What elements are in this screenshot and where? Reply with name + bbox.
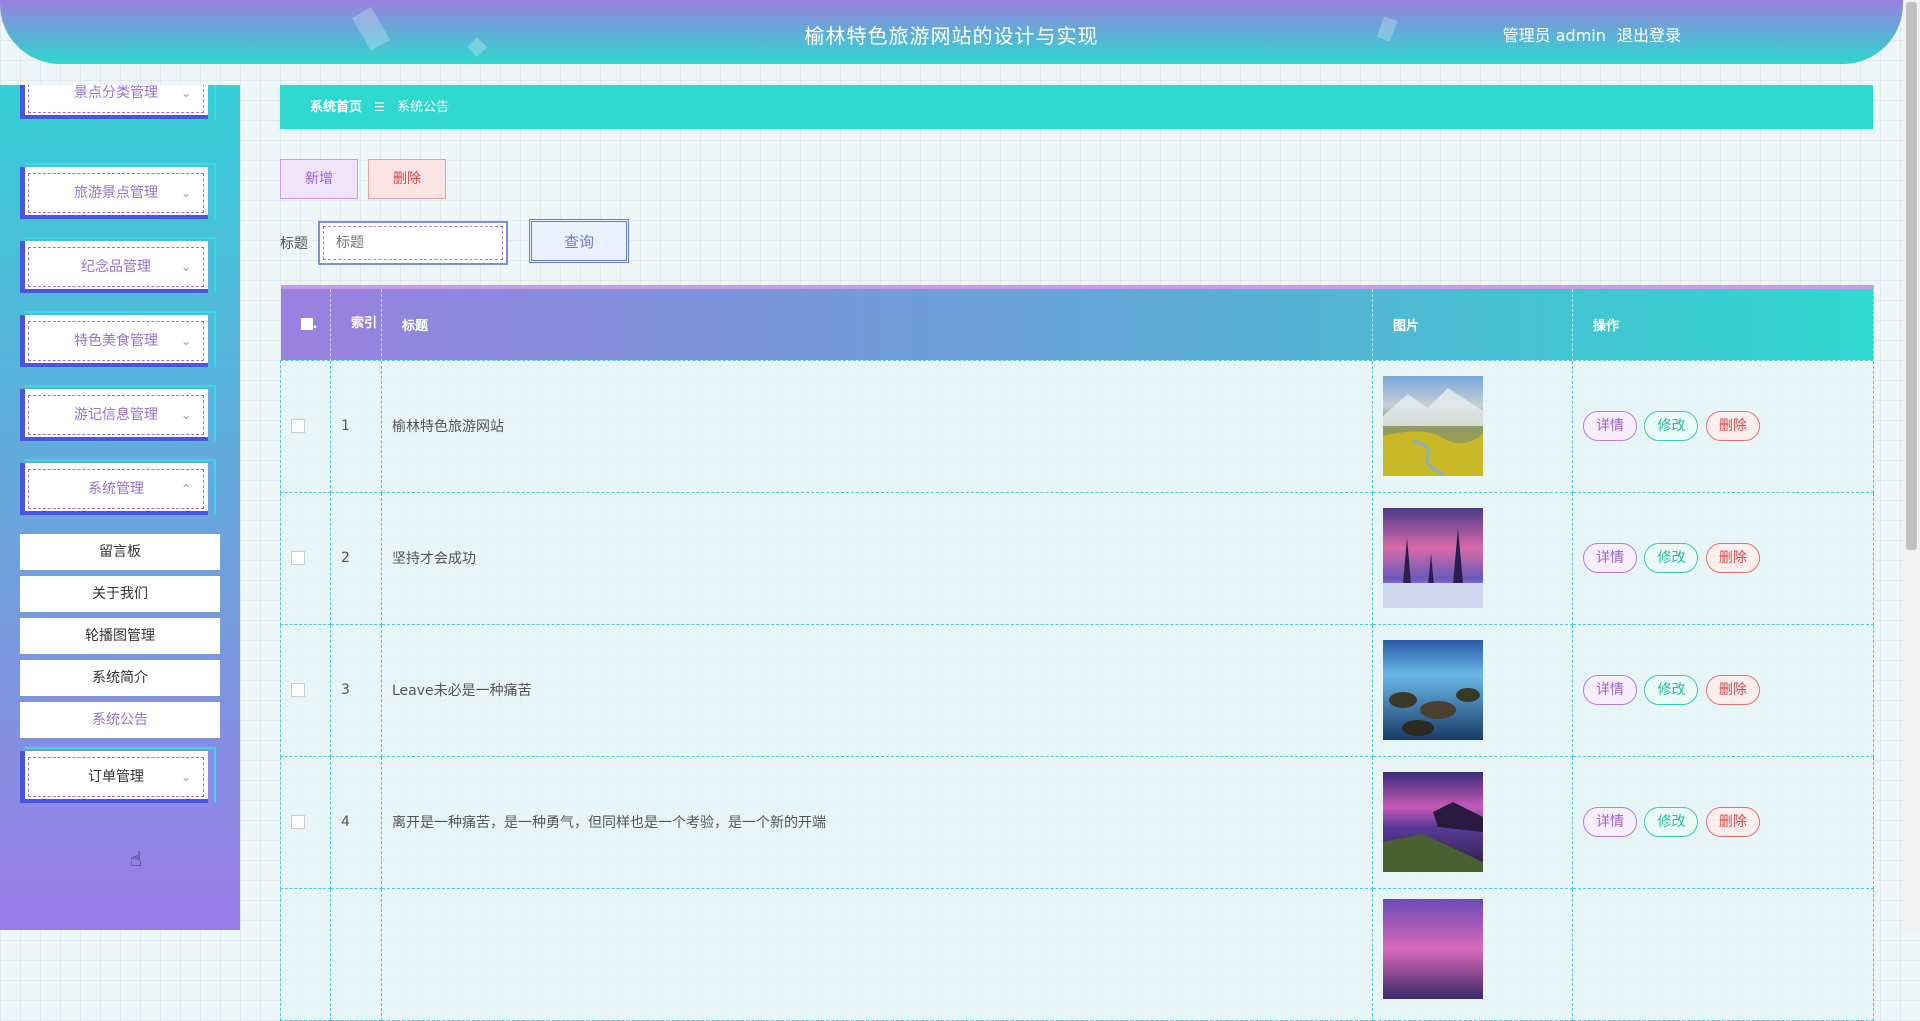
row-checkbox[interactable] — [291, 815, 305, 829]
sidebar-menu-scenic-category[interactable]: 景点分类管理 ⌄ — [20, 85, 216, 125]
delete-button[interactable]: 删除 — [1705, 411, 1760, 441]
sidebar-menu-system[interactable]: 系统管理 ⌃ — [20, 459, 216, 521]
table-header-row: . 索引 标题 图片 操作 — [280, 287, 1874, 360]
table-row: 4 离开是一种痛苦，是一种勇气，但同样也是一个考验，是一个新的开端 详情 修改 … — [280, 755, 1874, 889]
sidebar: 景点分类管理 ⌄ 旅游景点管理 ⌄ 纪念品管理 ⌄ 特色美食管理 ⌄ 游记信息管理 ⌄ 系… — [0, 85, 240, 930]
row-title: 离开是一种痛苦，是一种勇气，但同样也是一个考验，是一个新的开端 — [381, 755, 1373, 889]
table-row-partial — [280, 887, 1874, 1021]
page-scrollbar[interactable] — [1903, 0, 1920, 930]
sidebar-menu-label: 系统管理 — [88, 481, 144, 497]
sidebar-menu-food[interactable]: 特色美食管理 ⌄ — [20, 311, 216, 373]
sidebar-menu-label: 旅游景点管理 — [74, 185, 158, 201]
delete-button[interactable]: 删除 — [1705, 675, 1760, 705]
breadcrumb-separator-icon: ☰ — [374, 100, 385, 114]
row-index: 2 — [330, 491, 382, 625]
sidebar-subitem-system-intro[interactable]: 系统简介 — [20, 660, 220, 696]
sidebar-subitem-carousel[interactable]: 轮播图管理 — [20, 618, 220, 654]
column-header-index: 索引 — [330, 287, 382, 360]
table-row: 1 榆林特色旅游网站 详情 修改 删除 — [280, 359, 1874, 493]
add-button[interactable]: 新增 — [280, 159, 358, 199]
partial-row-image — [1383, 898, 1483, 999]
detail-button[interactable]: 详情 — [1583, 807, 1637, 837]
row-title: Leave未必是一种痛苦 — [381, 623, 1373, 757]
column-header-title: 标题 — [381, 287, 1373, 360]
announcements-table: . 索引 标题 图片 操作 1 榆林特色旅游网站 详情 修改 删除 2 坚持才会… — [280, 285, 1874, 1021]
table-row: 3 Leave未必是一种痛苦 详情 修改 删除 — [280, 623, 1874, 757]
chevron-down-icon: ⌄ — [180, 186, 191, 200]
breadcrumb-home[interactable]: 系统首页 — [310, 100, 362, 115]
sidebar-menu-label: 纪念品管理 — [81, 259, 151, 275]
search-title-input[interactable] — [323, 226, 503, 260]
select-all-cell: . — [280, 287, 331, 360]
select-all-checkbox[interactable] — [300, 318, 313, 331]
column-header-image: 图片 — [1372, 287, 1573, 360]
sidebar-menu-scenic-spots[interactable]: 旅游景点管理 ⌄ — [20, 163, 216, 225]
row-checkbox[interactable] — [291, 683, 305, 697]
sidebar-subitem-message-board[interactable]: 留言板 — [20, 534, 220, 570]
chevron-down-icon: ⌄ — [180, 770, 191, 784]
row-index: 1 — [330, 359, 382, 493]
admin-user-label[interactable]: 管理员 admin — [1503, 26, 1606, 45]
sidebar-menu-orders[interactable]: 订单管理 ⌄ — [20, 747, 216, 809]
detail-button[interactable]: 详情 — [1583, 675, 1637, 705]
chevron-down-icon: ⌄ — [180, 334, 191, 348]
sidebar-menu-souvenirs[interactable]: 纪念品管理 ⌄ — [20, 237, 216, 299]
sidebar-subitem-announcements[interactable]: 系统公告 — [20, 702, 220, 738]
sidebar-menu-travel-notes[interactable]: 游记信息管理 ⌄ — [20, 385, 216, 447]
detail-button[interactable]: 详情 — [1583, 411, 1637, 441]
row-index: 3 — [330, 623, 382, 757]
top-header: 榆林特色旅游网站的设计与实现 管理员 admin 退出登录 — [0, 0, 1903, 64]
search-title-box — [318, 221, 508, 265]
logout-link[interactable]: 退出登录 — [1617, 26, 1681, 45]
edit-button[interactable]: 修改 — [1644, 675, 1699, 705]
sidebar-menu-label: 游记信息管理 — [74, 407, 158, 423]
breadcrumb: 系统首页 ☰ 系统公告 — [280, 85, 1873, 129]
blue-rocky-coast-image — [1383, 640, 1483, 740]
sidebar-menu-label: 订单管理 — [88, 769, 144, 785]
hand-cursor-icon: ☝ — [130, 847, 143, 871]
sidebar-subitem-about-us[interactable]: 关于我们 — [20, 576, 220, 612]
row-checkbox[interactable] — [291, 551, 305, 565]
search-title-label: 标题 — [280, 236, 308, 252]
snowy-forest-image — [1383, 508, 1483, 608]
edit-button[interactable]: 修改 — [1644, 411, 1699, 441]
chevron-down-icon: ⌄ — [180, 260, 191, 274]
delete-button[interactable]: 删除 — [1705, 543, 1760, 573]
delete-button[interactable]: 删除 — [1705, 807, 1760, 837]
scrollbar-thumb[interactable] — [1906, 2, 1917, 550]
row-checkbox[interactable] — [291, 419, 305, 433]
chevron-down-icon: ⌄ — [180, 86, 191, 100]
meadow-mountain-image — [1383, 376, 1483, 476]
row-title: 榆林特色旅游网站 — [381, 359, 1373, 493]
edit-button[interactable]: 修改 — [1644, 807, 1699, 837]
row-index: 4 — [330, 755, 382, 889]
purple-coast-image — [1383, 772, 1483, 872]
chevron-down-icon: ⌄ — [180, 408, 191, 422]
detail-button[interactable]: 详情 — [1583, 543, 1637, 573]
breadcrumb-current: 系统公告 — [397, 100, 450, 115]
edit-button[interactable]: 修改 — [1644, 543, 1699, 573]
sidebar-menu-label: 景点分类管理 — [74, 85, 158, 101]
column-header-actions: 操作 — [1572, 287, 1874, 360]
sidebar-menu-label: 特色美食管理 — [74, 333, 158, 349]
chevron-up-icon: ⌃ — [180, 482, 191, 496]
table-row: 2 坚持才会成功 详情 修改 删除 — [280, 491, 1874, 625]
batch-delete-button[interactable]: 删除 — [368, 159, 446, 199]
query-button[interactable]: 查询 — [529, 219, 629, 263]
row-title: 坚持才会成功 — [381, 491, 1373, 625]
user-area: 管理员 admin 退出登录 — [1497, 22, 1681, 46]
